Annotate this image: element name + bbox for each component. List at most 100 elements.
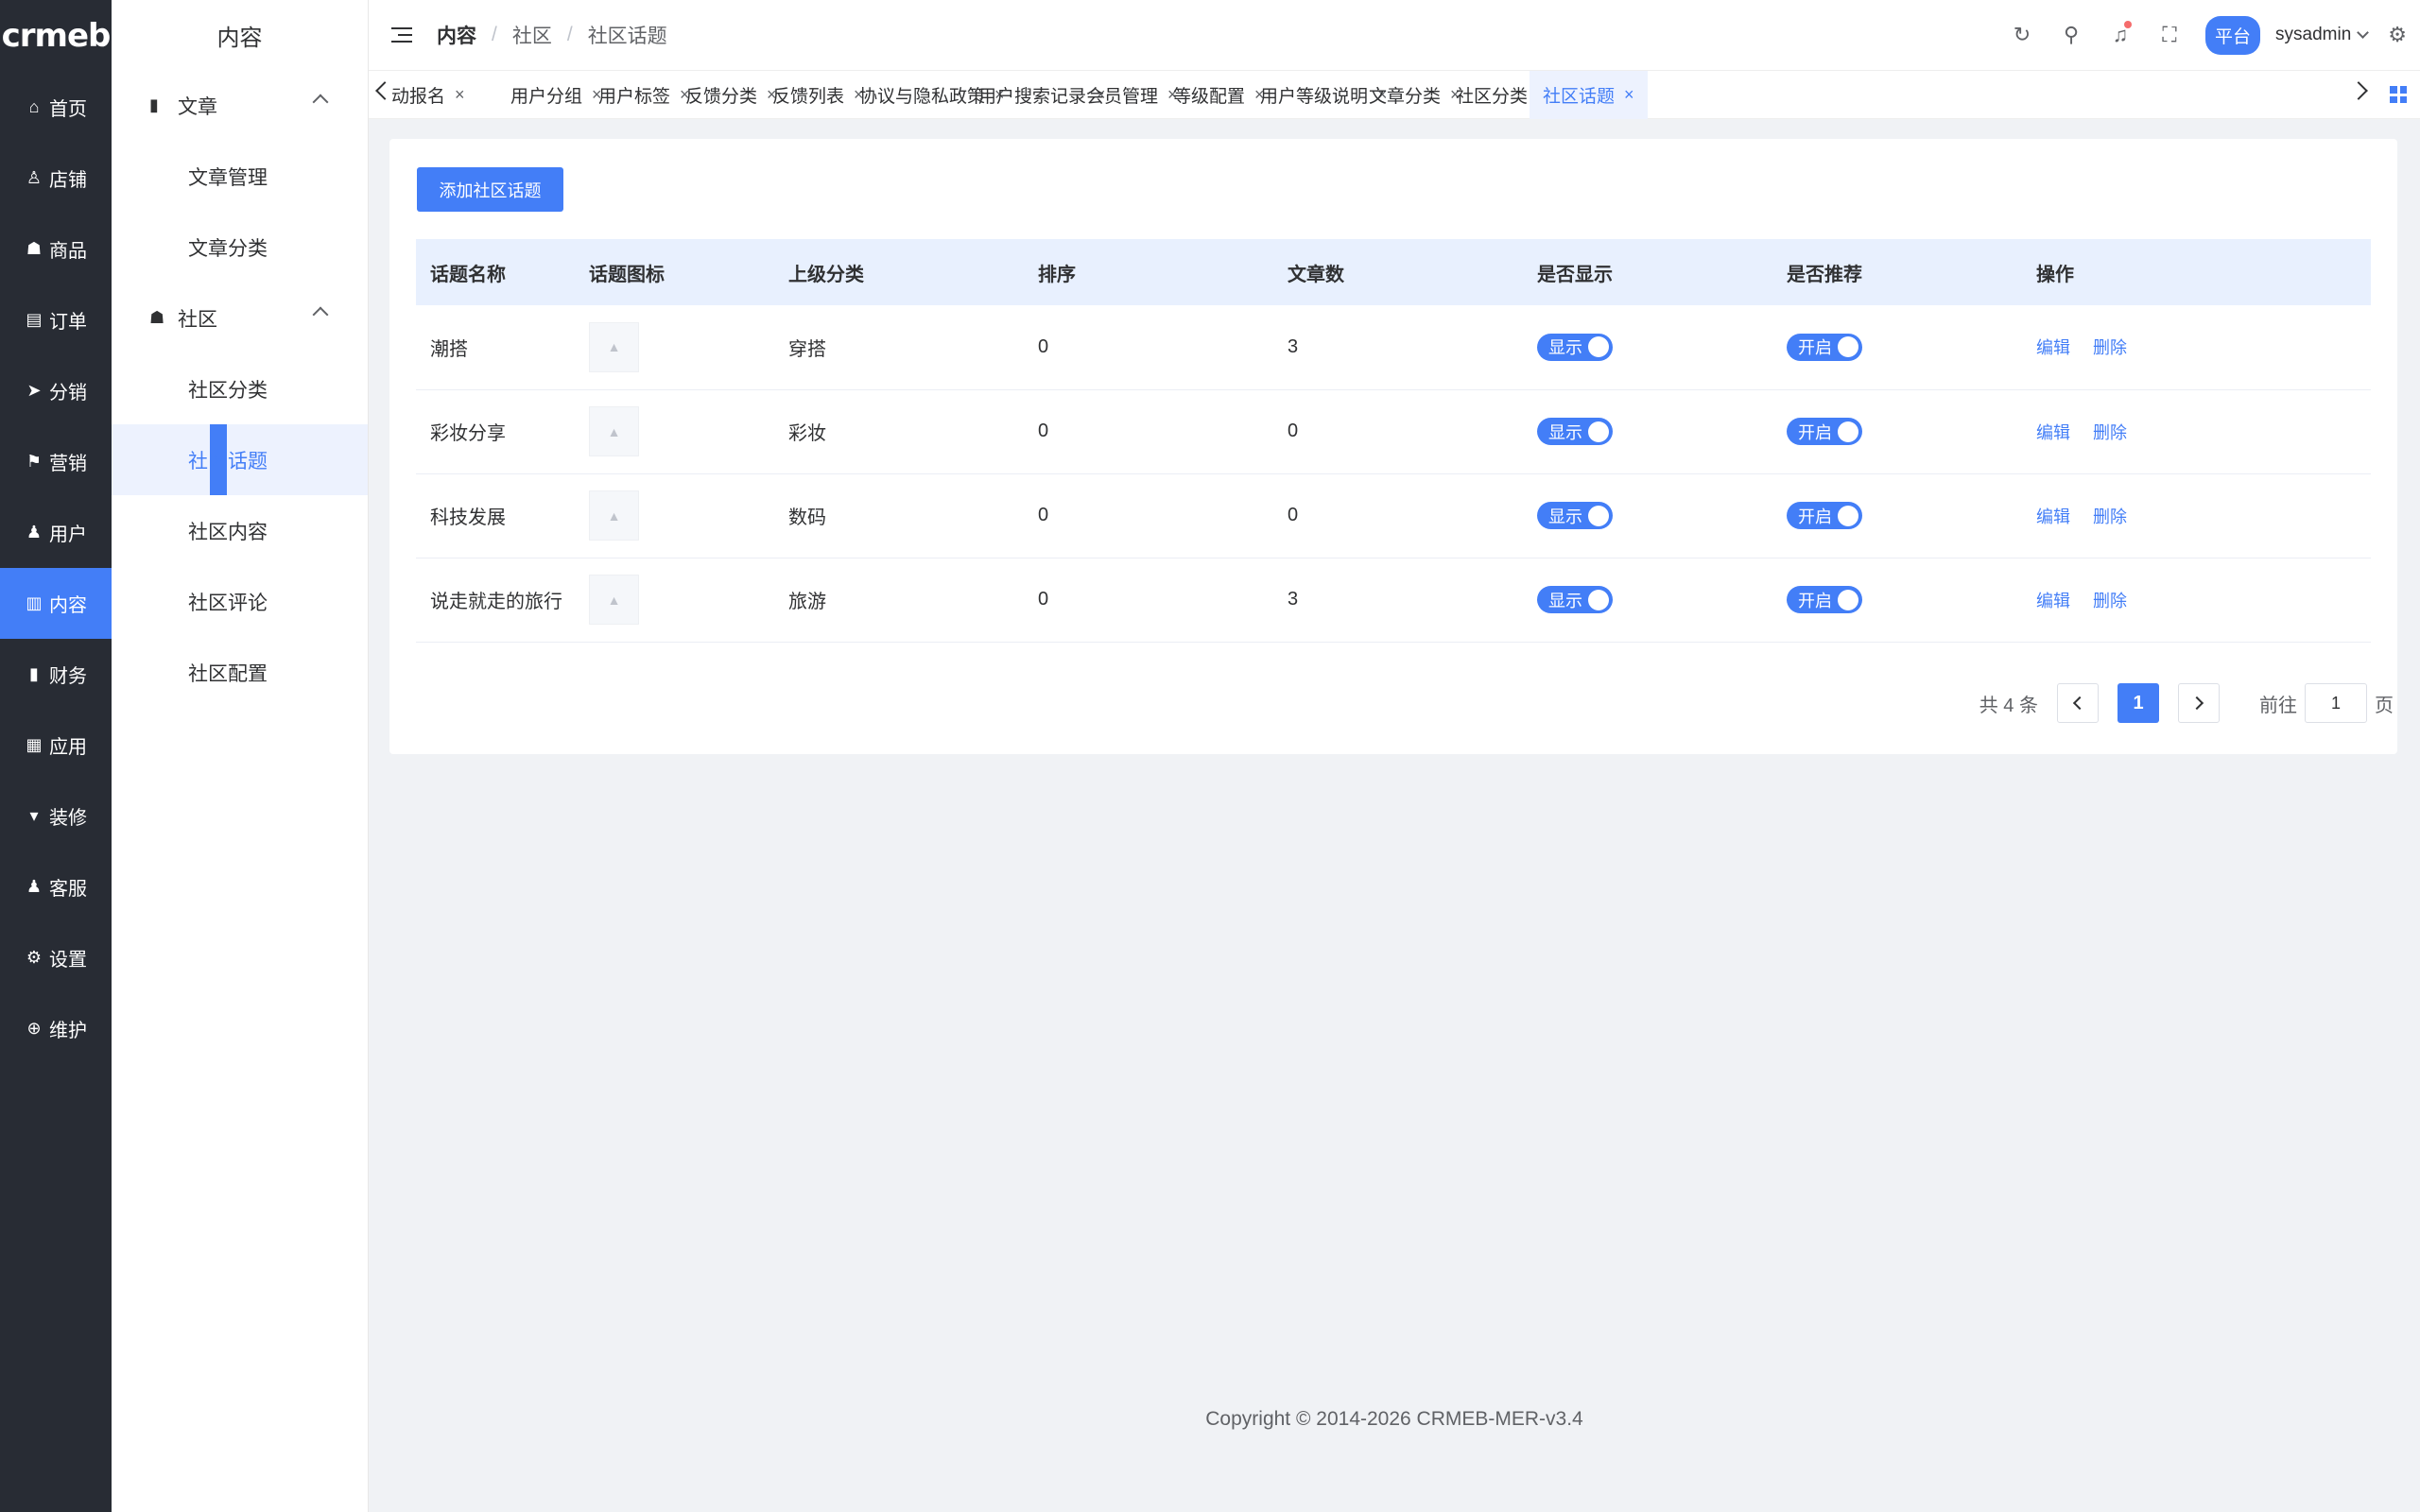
table-row: 彩妆分享 ▲ 彩妆 0 0 显示 开启 编辑 删除 <box>416 389 2371 473</box>
rail-item-finance[interactable]: ▮ 财务 <box>0 639 112 710</box>
tab-label: 用户搜索记录 <box>978 87 1087 107</box>
show-toggle[interactable]: 显示 <box>1537 502 1613 529</box>
refresh-icon[interactable]: ↻ <box>1997 23 2047 47</box>
rail-item-settings[interactable]: ⚙ 设置 <box>0 922 112 993</box>
topic-name: 科技发展 <box>430 507 506 528</box>
add-topic-button[interactable]: 添加社区话题 <box>417 167 563 212</box>
home-icon: ⌂ <box>28 97 40 116</box>
show-toggle[interactable]: 显示 <box>1537 586 1613 613</box>
tab-label: 用户分组 <box>510 87 583 107</box>
breadcrumb-item: 社区话题 <box>587 26 667 47</box>
toggle-label: 显示 <box>1548 591 1582 610</box>
edit-link[interactable]: 编辑 <box>2036 338 2070 357</box>
close-icon[interactable]: × <box>455 85 465 105</box>
submenu-item[interactable]: 文章分类 <box>112 212 368 283</box>
page-number-current[interactable]: 1 <box>2118 683 2159 723</box>
rail-item-label: 订单 <box>49 312 87 333</box>
breadcrumb-item: 社区 <box>511 26 552 47</box>
chevron-right-icon[interactable] <box>2349 81 2368 100</box>
toggle-knob <box>1838 589 1858 610</box>
grid-menu-icon[interactable] <box>2390 86 2407 103</box>
delete-link[interactable]: 删除 <box>2093 423 2127 442</box>
show-toggle[interactable]: 显示 <box>1537 418 1613 445</box>
submenu-item[interactable]: 文章管理 <box>112 141 368 212</box>
rail-item-decorate[interactable]: ▾ 装修 <box>0 781 112 851</box>
goto-page-input[interactable] <box>2305 683 2367 723</box>
submenu-item[interactable]: 社区内容 <box>112 495 368 566</box>
user-dropdown[interactable]: sysadmin <box>2275 25 2370 45</box>
prev-page-button[interactable] <box>2057 683 2099 723</box>
article-count: 0 <box>1288 505 1299 525</box>
rail-item-service[interactable]: ♟ 客服 <box>0 851 112 922</box>
edit-link[interactable]: 编辑 <box>2036 507 2070 526</box>
table-row: 科技发展 ▲ 数码 0 0 显示 开启 编辑 删除 <box>416 473 2371 558</box>
rail-item-apps[interactable]: ▦ 应用 <box>0 710 112 781</box>
edit-link[interactable]: 编辑 <box>2036 592 2070 610</box>
rail-item-label: 设置 <box>49 950 87 971</box>
bell-icon[interactable]: ♫ <box>2096 21 2145 47</box>
delete-link[interactable]: 删除 <box>2093 592 2127 610</box>
recommend-toggle[interactable]: 开启 <box>1787 418 1862 445</box>
tab-active[interactable]: 社区话题 × <box>1530 71 1648 119</box>
submenu-group[interactable]: ▮ 文章 <box>112 70 368 141</box>
platform-badge[interactable]: 平台 <box>2205 15 2261 55</box>
submenu-group[interactable]: ☗ 社区 <box>112 283 368 353</box>
main-nav-rail: crmeb ⌂ 首页 ♙ 店铺 ☗ 商品 ▤ 订单 ➤ 分销 ⚑ 营销 ♟ 用户 ▥ 内容 ▮ 财务 ▦ 应用 ▾ 装修 ♟… <box>0 0 112 1512</box>
submenu-item-label: 社区内容 <box>188 521 268 543</box>
finance-icon: ▮ <box>29 664 39 683</box>
topic-list-card: 添加社区话题 话题名称 话题图标 上级分类 排序 文章数 是否显示 是否推荐 操… <box>389 139 2397 754</box>
tab-label: 反馈列表 <box>772 87 845 107</box>
delete-link[interactable]: 删除 <box>2093 338 2127 357</box>
fullscreen-icon[interactable]: ⛶ <box>2145 23 2194 47</box>
column-header: 操作 <box>2036 264 2074 285</box>
search-icon[interactable]: ⚲ <box>2047 23 2096 47</box>
close-icon[interactable]: × <box>1624 85 1634 105</box>
delete-link[interactable]: 删除 <box>2093 507 2127 526</box>
distribution-icon: ➤ <box>26 381 42 400</box>
tab-label: 反馈分类 <box>685 87 758 107</box>
gear-icon[interactable]: ⚙ <box>2388 23 2407 47</box>
rail-item-content[interactable]: ▥ 内容 <box>0 568 112 639</box>
image-placeholder-icon[interactable]: ▲ <box>589 321 639 372</box>
sort-value: 0 <box>1038 335 1049 357</box>
submenu-item-label: 社区评论 <box>188 592 268 614</box>
maintenance-icon: ⊕ <box>26 1019 42 1038</box>
recommend-toggle[interactable]: 开启 <box>1787 586 1862 613</box>
submenu-item[interactable]: 社区话题 <box>112 424 368 495</box>
rail-item-distribution[interactable]: ➤ 分销 <box>0 355 112 426</box>
toggle-knob <box>1588 505 1609 526</box>
rail-item-maintenance[interactable]: ⊕ 维护 <box>0 993 112 1064</box>
image-placeholder-icon[interactable]: ▲ <box>589 406 639 456</box>
recommend-toggle[interactable]: 开启 <box>1787 502 1862 529</box>
tab-item[interactable]: 动报名 × <box>378 71 478 119</box>
next-page-button[interactable] <box>2178 683 2220 723</box>
topic-name: 潮搭 <box>430 338 468 360</box>
marketing-icon: ⚑ <box>26 452 43 471</box>
column-header: 话题名称 <box>430 264 506 285</box>
image-placeholder-icon[interactable]: ▲ <box>589 490 639 541</box>
collapse-menu-icon[interactable] <box>391 27 412 43</box>
page-suffix: 页 <box>2375 695 2394 716</box>
show-toggle[interactable]: 显示 <box>1537 333 1613 361</box>
submenu-item[interactable]: 社区配置 <box>112 637 368 708</box>
recommend-toggle[interactable]: 开启 <box>1787 333 1862 361</box>
tab-label: 用户等级说明 <box>1260 87 1369 107</box>
submenu-item[interactable]: 社区分类 <box>112 353 368 424</box>
rail-item-home[interactable]: ⌂ 首页 <box>0 72 112 143</box>
rail-item-user[interactable]: ♟ 用户 <box>0 497 112 568</box>
topic-name: 说走就走的旅行 <box>430 592 562 612</box>
rail-item-label: 应用 <box>49 737 87 758</box>
column-header: 文章数 <box>1288 264 1344 285</box>
app-logo[interactable]: crmeb <box>0 0 112 72</box>
article-count: 3 <box>1288 335 1299 357</box>
rail-item-order[interactable]: ▤ 订单 <box>0 284 112 355</box>
submenu-item[interactable]: 社区评论 <box>112 566 368 637</box>
image-placeholder-icon[interactable]: ▲ <box>589 575 639 625</box>
rail-item-store[interactable]: ♙ 店铺 <box>0 143 112 214</box>
rail-item-product[interactable]: ☗ 商品 <box>0 214 112 284</box>
edit-link[interactable]: 编辑 <box>2036 423 2070 442</box>
rail-item-marketing[interactable]: ⚑ 营销 <box>0 426 112 497</box>
topic-name: 彩妆分享 <box>430 423 506 444</box>
product-icon: ☗ <box>26 239 43 258</box>
toggle-label: 开启 <box>1798 338 1832 358</box>
